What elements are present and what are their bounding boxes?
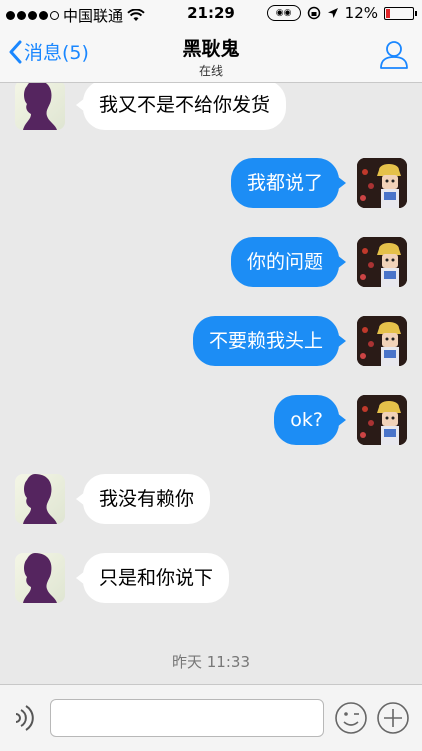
chat-area[interactable]: 我又不是不给你发货 我都说了 你的问题 不要赖我头上 ok? 我没有赖你 只是和… bbox=[0, 83, 422, 683]
avatar[interactable] bbox=[15, 474, 65, 524]
battery-percent: 12% bbox=[344, 4, 378, 22]
voice-icon bbox=[15, 705, 34, 731]
status-right: ◉◉ 12% bbox=[266, 4, 417, 22]
emoji-icon bbox=[335, 702, 367, 734]
nav-bar: 消息(5) 黑耿鬼 在线 bbox=[0, 28, 422, 83]
character-avatar-icon bbox=[357, 395, 407, 445]
message-bubble[interactable]: 我又不是不给你发货 bbox=[75, 83, 287, 130]
status-bar: 中国联通 21:29 ◉◉ 12% bbox=[0, 0, 422, 28]
message-row: ok? bbox=[0, 395, 422, 451]
message-bubble[interactable]: 不要赖我头上 bbox=[192, 316, 347, 366]
more-button[interactable] bbox=[376, 701, 410, 739]
online-status: 在线 bbox=[198, 64, 223, 78]
message-bubble[interactable]: 我没有赖你 bbox=[75, 474, 211, 524]
message-bubble[interactable]: ok? bbox=[274, 395, 346, 445]
avatar[interactable] bbox=[15, 553, 65, 603]
person-icon bbox=[380, 41, 408, 69]
page-title: 黑耿鬼 bbox=[182, 38, 240, 60]
avatar[interactable] bbox=[357, 237, 407, 287]
voice-button[interactable] bbox=[10, 703, 38, 737]
character-avatar-icon bbox=[357, 237, 407, 287]
message-row: 我都说了 bbox=[0, 158, 422, 214]
avatar[interactable] bbox=[15, 83, 65, 130]
character-avatar-icon bbox=[357, 158, 407, 208]
message-row: 不要赖我头上 bbox=[0, 316, 422, 372]
profile-button[interactable] bbox=[378, 38, 410, 74]
battery-icon bbox=[384, 6, 417, 20]
message-timestamp: 昨天 11:33 bbox=[172, 653, 250, 671]
plus-icon bbox=[377, 702, 409, 734]
silhouette-avatar-icon bbox=[23, 553, 57, 603]
character-avatar-icon bbox=[357, 316, 407, 366]
input-bar bbox=[0, 684, 422, 751]
app-badge-icon: ◉◉ bbox=[266, 5, 301, 21]
message-input[interactable] bbox=[50, 699, 324, 737]
message-row: 只是和你说下 bbox=[0, 553, 422, 609]
silhouette-avatar-icon bbox=[23, 83, 57, 130]
silhouette-avatar-icon bbox=[23, 474, 57, 524]
message-row: 你的问题 bbox=[0, 237, 422, 293]
location-icon bbox=[327, 8, 338, 18]
avatar[interactable] bbox=[357, 395, 407, 445]
message-row: 我没有赖你 bbox=[0, 474, 422, 530]
rotation-lock-icon bbox=[307, 6, 320, 20]
message-bubble[interactable]: 你的问题 bbox=[230, 237, 347, 287]
emoji-button[interactable] bbox=[334, 701, 368, 739]
message-row: 我又不是不给你发货 bbox=[0, 83, 422, 136]
avatar[interactable] bbox=[357, 316, 407, 366]
message-bubble[interactable]: 我都说了 bbox=[230, 158, 347, 208]
avatar[interactable] bbox=[357, 158, 407, 208]
message-bubble[interactable]: 只是和你说下 bbox=[75, 553, 230, 603]
